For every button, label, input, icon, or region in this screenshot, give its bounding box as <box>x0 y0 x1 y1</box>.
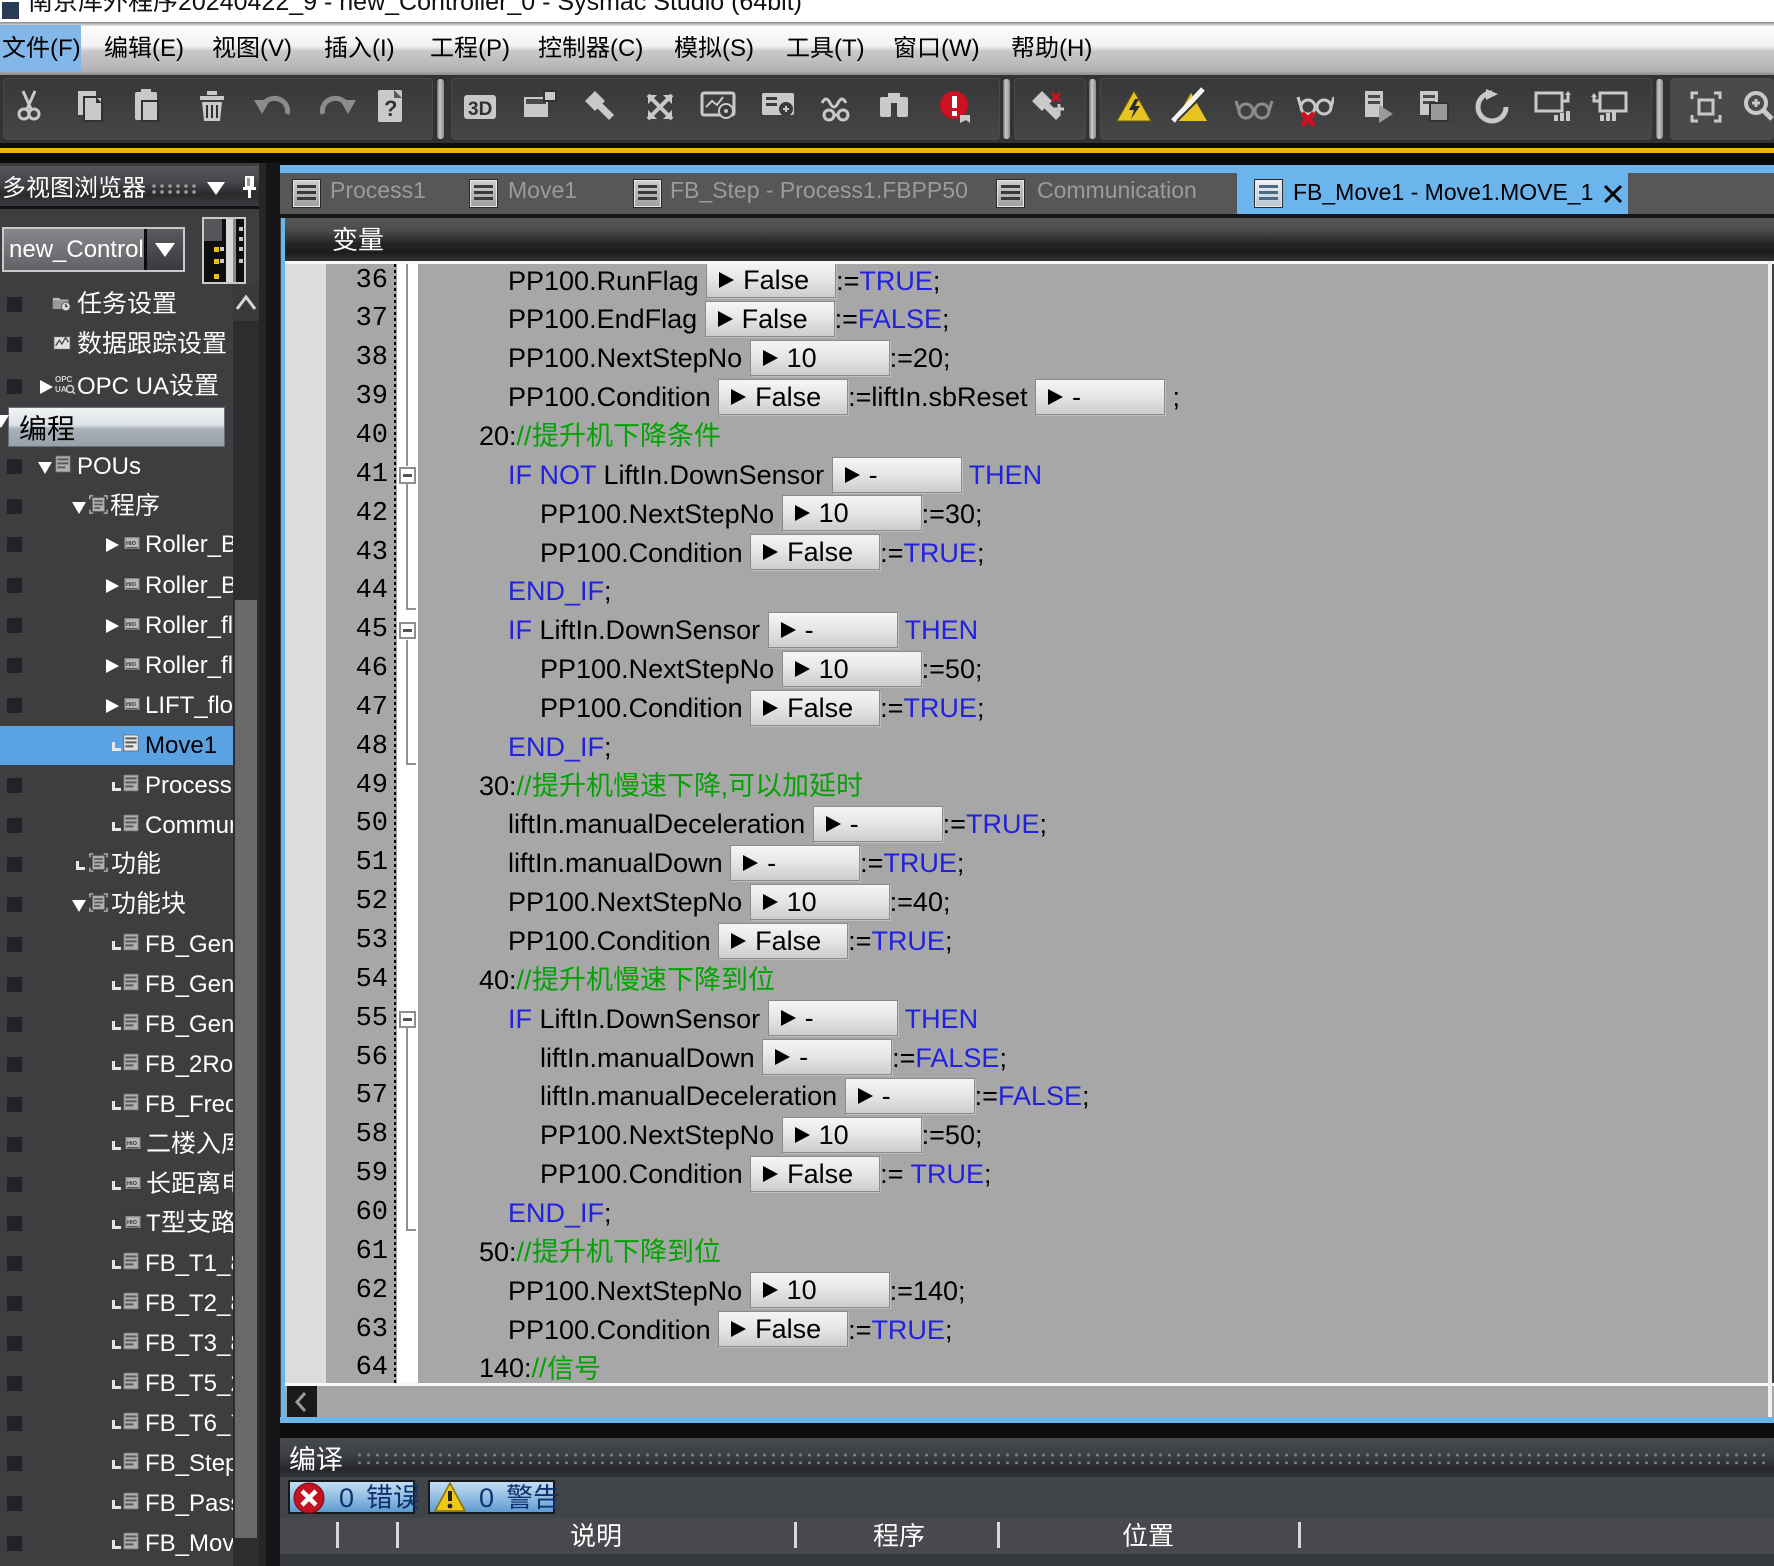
svg-text:?: ? <box>384 96 397 121</box>
svg-text:HIO: HIO <box>126 662 137 668</box>
svg-text:HIO: HIO <box>126 541 137 547</box>
svg-text:OPC: OPC <box>55 375 73 384</box>
svg-text:3D: 3D <box>468 99 492 120</box>
svg-text:UA: UA <box>55 385 67 394</box>
svg-text:HIO: HIO <box>126 622 137 628</box>
svg-text:HIO: HIO <box>127 1220 138 1226</box>
svg-text:HIO: HIO <box>127 1181 138 1187</box>
svg-text:HIO: HIO <box>126 582 137 588</box>
svg-text:HIO: HIO <box>127 1141 138 1147</box>
svg-text:HIO: HIO <box>126 702 137 708</box>
